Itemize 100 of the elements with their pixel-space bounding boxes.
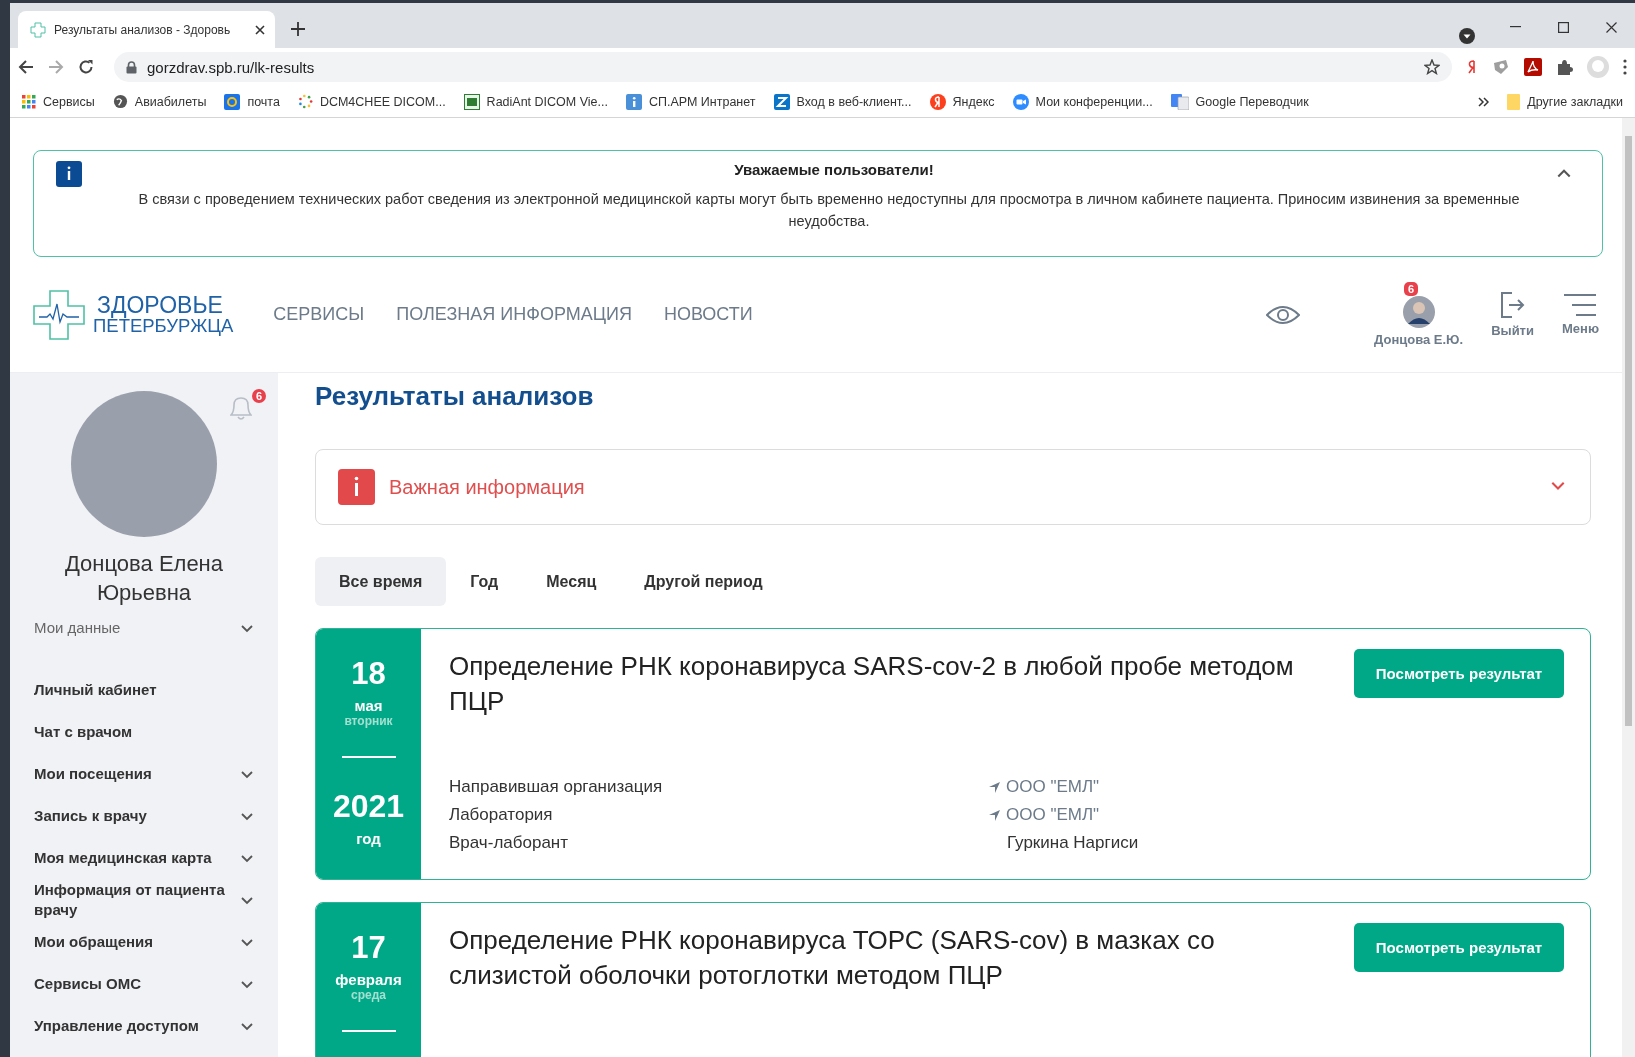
bookmark[interactable]: почта (224, 93, 280, 110)
page-title: Результаты анализов (315, 381, 595, 412)
folder-icon (1507, 93, 1521, 110)
bookmark[interactable]: Вход в веб-клиент... (773, 93, 912, 110)
notification-badge: 6 (1404, 282, 1419, 296)
logo-text: ЗДОРОВЬЕ (97, 293, 223, 317)
new-tab-icon[interactable] (291, 22, 305, 36)
info-icon (56, 161, 82, 187)
period-tab[interactable]: Все время (315, 557, 447, 606)
notice-title: Уважаемые пользователи! (733, 161, 935, 178)
location-arrow-icon (989, 781, 1000, 793)
browser-logo-icon (929, 93, 946, 110)
sidebar-item[interactable]: Чат с врачом (10, 711, 278, 753)
bookmark[interactable]: RadiAnt DICOM Vie... (463, 93, 608, 110)
menu-icon (1563, 293, 1598, 317)
result-title: Определение РНК коронавируса ТОРС (SARS-cov) в мазках со слизистой оболочки ротоглотки методом ПЦР (449, 924, 1216, 992)
period-tab[interactable]: Другой период (620, 557, 787, 606)
detail-label: Направившая организация (449, 777, 664, 797)
logout-icon (1499, 291, 1526, 319)
info-icon (625, 93, 642, 110)
bookmark[interactable]: Сервисы (22, 94, 95, 109)
user-profile-link[interactable]: Донцова Е.Ю. 6 (1374, 282, 1464, 347)
result-title: Определение РНК коронавируса SARS-cov-2 в любой пробе методом ПЦР (449, 650, 1295, 718)
location-arrow-icon (989, 809, 1000, 821)
dots-circle-icon (297, 94, 313, 109)
period-tab[interactable]: Год (446, 557, 523, 606)
sidebar-item[interactable]: Мои данные (10, 607, 278, 649)
app-icon (773, 93, 790, 110)
detail-value: Гуркина Наргиси (1007, 833, 1139, 853)
nav-link[interactable]: НОВОСТИ (663, 304, 753, 325)
profile-dropdown-icon[interactable] (1459, 28, 1475, 44)
puzzle-icon[interactable] (1556, 58, 1573, 76)
avatar-icon (1402, 296, 1435, 328)
date-month: февраля (335, 971, 402, 988)
user-name: Донцова Елена Юрьевна (63, 550, 224, 607)
sidebar-item[interactable]: Мои посещения (10, 753, 278, 795)
scrollbar[interactable] (1622, 118, 1635, 1057)
address-bar[interactable]: gorzdrav.spb.ru/lk-results (114, 52, 1452, 82)
sidebar-item[interactable]: Моя медицинская карта (10, 837, 278, 879)
more-vertical-icon[interactable] (1623, 59, 1627, 75)
sidebar-item[interactable]: Сервисы ОМС (10, 963, 278, 1005)
app-icon (463, 93, 480, 110)
reload-icon[interactable] (78, 59, 94, 75)
bookmark-folder[interactable]: Другие закладки (1507, 93, 1623, 110)
date-weekday: среда (351, 988, 386, 1002)
date-month: мая (354, 697, 383, 714)
logout-link[interactable]: Выйти (1491, 291, 1534, 338)
bookmark[interactable]: СП.АРМ Интранет (625, 93, 756, 110)
important-info-panel[interactable]: Важная информация (315, 449, 1591, 525)
important-info-label: Важная информация (389, 475, 586, 499)
url-text: gorzdrav.spb.ru/lk-results (147, 58, 316, 76)
mail-icon (224, 93, 241, 110)
date-year: 2021 (332, 788, 405, 824)
nav-link[interactable]: СЕРВИСЫ (273, 304, 365, 325)
site-logo[interactable]: ЗДОРОВЬЕ ПЕТЕРБУРЖЦА (33, 289, 234, 340)
bookmark[interactable]: Яндекс (929, 93, 995, 110)
detail-value: ООО "ЕМЛ" (1006, 777, 1100, 797)
detail-label: Врач-лаборант (449, 833, 570, 853)
sidebar-item[interactable]: Мои обращения (10, 921, 278, 963)
lock-icon (126, 60, 137, 74)
pdf-icon[interactable] (1524, 58, 1542, 76)
period-tab[interactable]: Месяц (522, 557, 621, 606)
sidebar-item[interactable]: Информация от пациента врачу (10, 879, 278, 921)
close-icon[interactable] (1605, 21, 1617, 33)
video-camera-icon (1012, 93, 1029, 110)
bookmark[interactable]: Мои конференции... (1012, 93, 1153, 110)
sidebar-item[interactable]: Личный кабинет (10, 669, 278, 711)
translate-icon (1170, 93, 1189, 110)
info-icon (338, 469, 375, 505)
shield-icon[interactable] (1492, 59, 1510, 75)
date-day: 18 (351, 657, 386, 691)
close-icon[interactable] (255, 24, 265, 35)
tab-title: Результаты анализов - Здоровь (54, 22, 232, 37)
menu-link[interactable]: Меню (1562, 293, 1599, 336)
double-chevron-icon[interactable] (1478, 96, 1490, 107)
bookmark[interactable]: Авиабилеты (112, 94, 207, 109)
browser-tab[interactable]: Результаты анализов - Здоровь (18, 11, 275, 48)
star-icon[interactable] (1424, 59, 1440, 75)
nav-link[interactable]: ПОЛЕЗНАЯ ИНФОРМАЦИЯ (396, 304, 632, 325)
maximize-icon[interactable] (1557, 21, 1569, 33)
extension-icon[interactable] (1466, 59, 1478, 75)
detail-label: Лаборатория (449, 805, 554, 825)
cross-icon (30, 21, 46, 38)
logo-text: ПЕТЕРБУРЖЦА (93, 316, 234, 336)
notification-badge: 6 (252, 389, 267, 403)
eye-icon[interactable] (1266, 304, 1301, 325)
notice-text: В связи с проведением технических работ сведения из электронной медицинской карты могут быть временно недоступны для просмотра в личном кабинете пациента. Приносим извинения за временные неудобства. (137, 190, 1521, 231)
scrollbar-thumb[interactable] (1625, 136, 1632, 726)
date-weekday: вторник (344, 714, 393, 728)
minimize-icon[interactable] (1509, 26, 1521, 28)
sidebar-item[interactable]: Управление доступом (10, 1005, 278, 1047)
bookmark[interactable]: Google Переводчик (1170, 93, 1309, 110)
sidebar-item[interactable]: Запись к врачу (10, 795, 278, 837)
date-day: 17 (351, 931, 386, 965)
detail-value: ООО "ЕМЛ" (1006, 805, 1100, 825)
cross-pulse-icon (33, 289, 85, 340)
year-label: год (356, 830, 381, 847)
apps-grid-icon (22, 94, 36, 109)
back-arrow-icon[interactable] (18, 59, 34, 75)
bookmark[interactable]: DCM4CHEE DICOM... (297, 94, 446, 109)
